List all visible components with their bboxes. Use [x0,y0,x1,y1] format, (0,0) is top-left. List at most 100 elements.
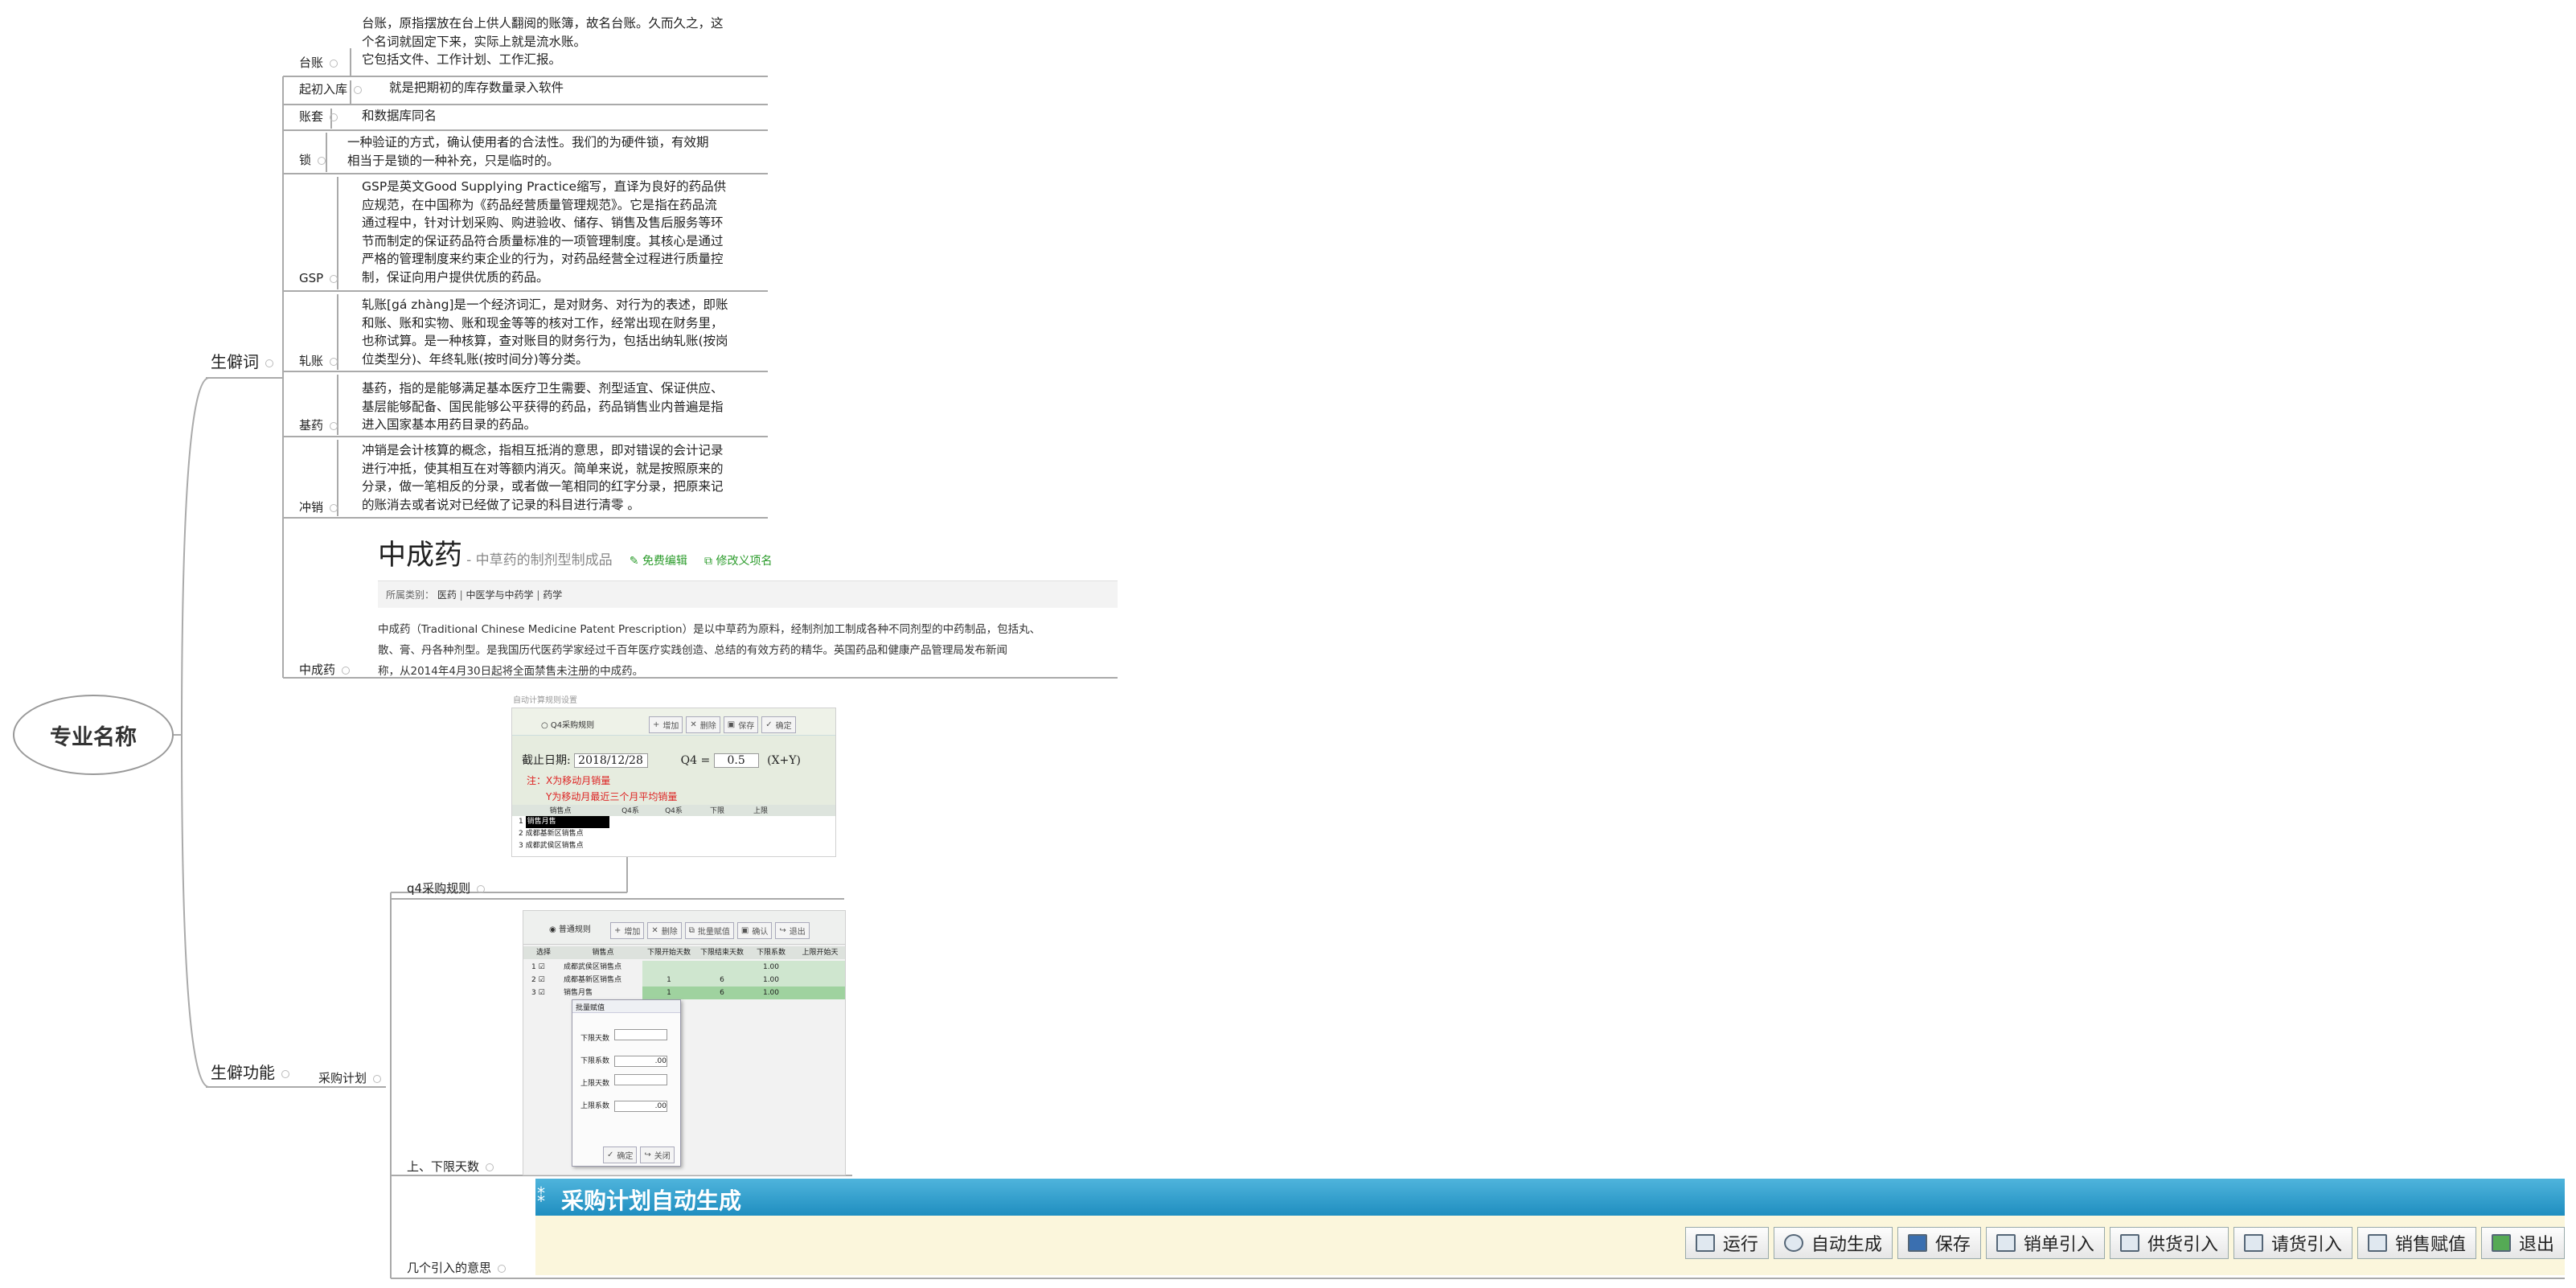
save-button[interactable]: 保存 [1897,1227,1981,1259]
branch-func[interactable]: 生僻功能 [211,1060,289,1083]
collapse-icon[interactable] [330,357,338,366]
def-line: 通过程中，针对计划采购、购进验收、储存、销售及售后服务等环 [362,215,724,230]
document-import-icon [2243,1234,2263,1252]
collapse-icon[interactable] [330,421,338,430]
row-cell[interactable]: 1.00 [749,961,794,974]
row-cell[interactable]: 1 [642,974,695,987]
delete-button[interactable]: ✕ 删除 [647,922,682,939]
table-row[interactable]: 1 销售月售 [519,816,835,828]
table-row[interactable]: 3 成都武侯区销售点 [519,840,835,852]
dialog-ok-button[interactable]: ✓ 确定 [603,1146,638,1163]
table-row[interactable]: 3 ☑ 销售月售 1 6 1.00 [523,987,845,999]
baike-body-line: 中成药（Traditional Chinese Medicine Patent … [378,623,1041,636]
term-jiyao[interactable]: 基药 [299,416,338,433]
collapse-icon[interactable] [318,156,326,165]
category-item[interactable]: 中医学与中药学 [466,589,534,601]
term-taizhang[interactable]: 台账 [299,54,338,71]
autogen-window: ⁑ 采购计划自动生成 运行 自动生成 保存 销单引入 供货引入 请货引入 销售赋值 退出 [535,1179,2565,1275]
category-item[interactable]: 药学 [543,589,562,601]
col-header: 选择 [535,949,551,957]
field-input[interactable]: .00 [614,1101,667,1112]
row-cell[interactable]: 1.00 [749,974,794,987]
delete-label: 删除 [699,722,716,731]
def-line: 相当于是锁的一种补充，只是临时的。 [347,153,560,168]
field-input[interactable] [614,1029,667,1040]
q4-rule-node[interactable]: q4采购规则 [407,880,486,896]
sales-assign-button[interactable]: 销售赋值 [2357,1227,2476,1259]
row-name: 成都基新区销售点 [564,976,622,984]
collapse-icon[interactable] [330,113,338,121]
purchase-plan-node[interactable]: 采购计划 [318,1069,382,1086]
exit-button[interactable]: 退出 [2480,1227,2565,1259]
dialog-field: 上限天数 [580,1073,667,1095]
row-cell[interactable]: 1.00 [749,987,794,999]
row-cell[interactable]: 1 [642,987,695,999]
term-zhangtao[interactable]: 账套 [299,108,338,125]
row-cell[interactable] [642,961,695,974]
branch-func-label: 生僻功能 [211,1063,275,1082]
edit-link[interactable]: ✎ 免费编辑 [630,555,687,568]
term-zhongchengyao[interactable]: 中成药 [299,661,351,678]
exit-button[interactable]: ↪ 退出 [775,922,810,939]
term-chongxiao[interactable]: 冲销 [299,498,338,515]
collapse-icon[interactable] [477,884,486,893]
table-row[interactable]: 2 ☑ 成都基新区销售点 1 6 1.00 [523,974,845,987]
field-input[interactable] [614,1074,667,1085]
q4-input[interactable]: 0.5 [713,753,759,768]
collapse-icon[interactable] [265,359,273,367]
row-cell[interactable] [695,961,749,974]
term-gsp[interactable]: GSP [299,271,338,285]
collapse-icon[interactable] [330,503,338,512]
supply-import-button[interactable]: 供货引入 [2109,1227,2229,1259]
limit-radio[interactable]: ◉ 普通规则 [549,922,591,934]
baike-title: 中成药 [378,539,463,572]
batch-dialog: 批量赋值 下限天数 下限系数 .00 上限天数 上限系数 .00 ✓ 确定 ↪ 关闭 [572,999,681,1167]
request-import-button[interactable]: 请货引入 [2233,1227,2352,1259]
run-button[interactable]: 运行 [1684,1227,1769,1259]
collapse-icon[interactable] [486,1163,494,1171]
branch-vocab[interactable]: 生僻词 [211,349,273,372]
date-input[interactable]: 2018/12/28 [574,753,649,768]
import-meaning-node[interactable]: 几个引入的意思 [407,1259,507,1276]
exit-icon [2491,1234,2511,1252]
field-label: 下限系数 [580,1057,610,1065]
sales-import-label: 销单引入 [2023,1235,2094,1255]
limit-window: ◉ 普通规则 + 增加 ✕ 删除 ⧉ 批量赋值 ▣ 确认 ↪ 退出 选择 销售点 下限开始天数 下… [523,910,846,1175]
save-button[interactable]: ▣ 保存 [723,716,759,733]
category-item[interactable]: 医药 [437,589,457,601]
term-zazhang[interactable]: 轧账 [299,352,338,369]
row-cell[interactable]: 6 [695,974,749,987]
confirm-button[interactable]: ▣ 确认 [736,922,773,939]
collapse-icon[interactable] [498,1264,507,1273]
table-row[interactable]: 2 成都基新区销售点 [519,828,835,840]
modify-link[interactable]: ⧉ 修改义项名 [704,555,772,568]
add-button[interactable]: + 增加 [649,716,683,733]
delete-button[interactable]: ✕ 删除 [686,716,720,733]
sales-import-button[interactable]: 销单引入 [1985,1227,2105,1259]
term-suo[interactable]: 锁 [299,151,326,168]
col-header: Q4系 [621,807,639,815]
root-node[interactable]: 专业名称 [13,695,174,775]
confirm-button[interactable]: ✓ 确定 [761,716,796,733]
add-button[interactable]: + 增加 [610,922,645,939]
collapse-icon[interactable] [330,274,338,283]
field-input[interactable]: .00 [614,1056,667,1067]
dialog-close-button[interactable]: ↪ 关闭 [640,1146,675,1163]
run-icon [1695,1234,1715,1252]
q4-radio[interactable]: ○ Q4采购规则 [541,718,594,730]
term-qichu[interactable]: 起初入库 [299,80,363,97]
row-num: 1 [519,818,523,826]
collapse-icon[interactable] [342,666,351,675]
collapse-icon[interactable] [373,1074,382,1083]
term-label: 冲销 [299,500,324,515]
request-import-label: 请货引入 [2270,1235,2342,1255]
row-name: 成都武侯区销售点 [564,963,622,971]
row-cell[interactable]: 6 [695,987,749,999]
batch-assign-button[interactable]: ⧉ 批量赋值 [684,922,734,939]
limit-days-node[interactable]: 上、下限天数 [407,1158,494,1175]
collapse-icon[interactable] [330,59,338,68]
auto-generate-button[interactable]: 自动生成 [1773,1227,1893,1259]
table-row[interactable]: 1 ☑ 成都武侯区销售点 1.00 [523,961,845,974]
collapse-icon[interactable] [281,1069,289,1078]
collapse-icon[interactable] [354,85,363,94]
